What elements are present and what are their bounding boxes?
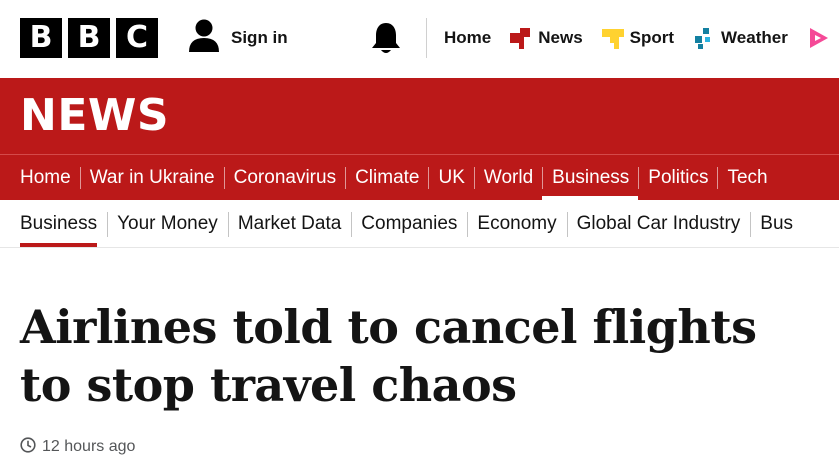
user-icon bbox=[187, 18, 221, 59]
sign-in-label: Sign in bbox=[231, 28, 288, 47]
section-nav-coronavirus[interactable]: Coronavirus bbox=[223, 155, 345, 200]
bbc-logo-letter: B bbox=[68, 18, 110, 58]
section-nav-war-in-ukraine[interactable]: War in Ukraine bbox=[79, 155, 224, 200]
sub-nav-market-data[interactable]: Market Data bbox=[227, 200, 351, 248]
masthead-nav-label: News bbox=[538, 28, 583, 47]
masthead-nav-home[interactable]: Home bbox=[444, 20, 491, 56]
masthead-nav-label: Sport bbox=[629, 28, 675, 47]
bbc-logo-letter: B bbox=[20, 18, 62, 58]
bbc-logo[interactable]: B B C bbox=[20, 18, 158, 58]
section-nav-tech[interactable]: Tech bbox=[717, 155, 776, 200]
iplayer-icon bbox=[807, 27, 829, 49]
masthead-nav-label: Weather bbox=[721, 28, 788, 47]
article-timestamp: 12 hours ago bbox=[20, 436, 135, 458]
sign-in-link[interactable]: Sign in bbox=[187, 18, 288, 59]
notifications-bell-icon[interactable] bbox=[369, 20, 403, 56]
sub-nav-global-car-industry[interactable]: Global Car Industry bbox=[566, 200, 751, 248]
weather-icon bbox=[693, 27, 715, 49]
article-headline: Airlines told to cancel flights to stop … bbox=[20, 300, 757, 412]
section-nav-home[interactable]: Home bbox=[10, 155, 80, 200]
section-nav-business[interactable]: Business bbox=[542, 155, 639, 200]
news-banner: NEWS bbox=[0, 78, 839, 154]
sub-nav-divider bbox=[0, 247, 839, 248]
bbc-logo-letter: C bbox=[116, 18, 158, 58]
sub-nav-companies[interactable]: Companies bbox=[351, 200, 467, 248]
section-nav: Home War in Ukraine Coronavirus Climate … bbox=[0, 154, 839, 200]
masthead-nav-weather[interactable]: Weather bbox=[693, 20, 788, 56]
masthead-nav-news[interactable]: News bbox=[510, 20, 583, 56]
masthead: B B C Sign in Home News Sport Weather bbox=[0, 0, 839, 78]
business-sub-nav: Business Your Money Market Data Companie… bbox=[0, 200, 839, 248]
masthead-nav-label: Home bbox=[444, 28, 492, 47]
timestamp-text: 12 hours ago bbox=[42, 438, 136, 455]
masthead-divider bbox=[426, 18, 427, 58]
sub-nav-economy[interactable]: Economy bbox=[467, 200, 566, 248]
sub-nav-business[interactable]: Business bbox=[10, 200, 107, 248]
news-icon bbox=[510, 27, 532, 49]
section-nav-world[interactable]: World bbox=[473, 155, 542, 200]
news-wordmark[interactable]: NEWS bbox=[20, 86, 169, 146]
sport-icon bbox=[601, 27, 624, 49]
section-nav-politics[interactable]: Politics bbox=[638, 155, 717, 200]
masthead-nav: Home News Sport Weather bbox=[444, 20, 839, 56]
section-nav-uk[interactable]: UK bbox=[428, 155, 473, 200]
masthead-nav-sport[interactable]: Sport bbox=[601, 20, 675, 56]
sub-nav-your-money[interactable]: Your Money bbox=[107, 200, 228, 248]
clock-icon bbox=[20, 436, 36, 458]
section-nav-climate[interactable]: Climate bbox=[345, 155, 428, 200]
sub-nav-truncated-item[interactable]: Bus bbox=[750, 200, 803, 248]
masthead-nav-iplayer[interactable] bbox=[807, 20, 835, 56]
